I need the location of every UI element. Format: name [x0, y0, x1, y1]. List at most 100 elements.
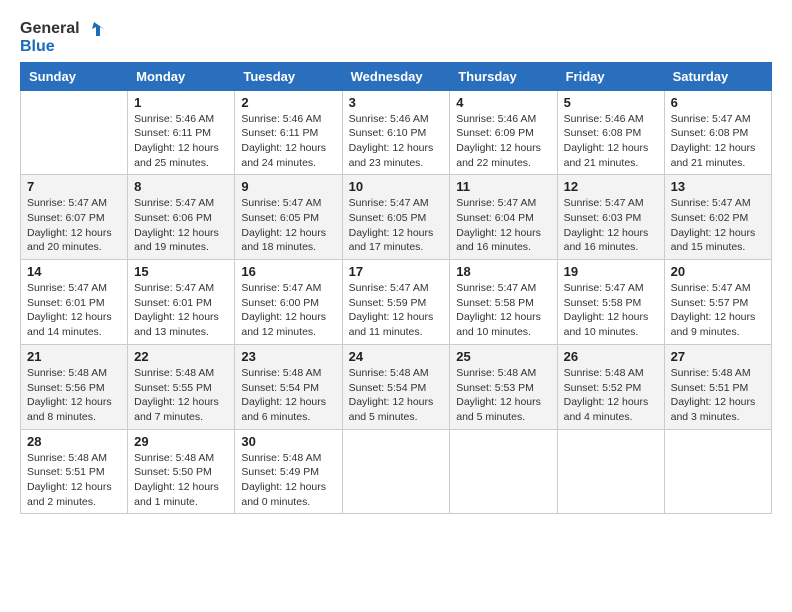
day-number: 4 [456, 95, 550, 110]
week-row-5: 28 Sunrise: 5:48 AMSunset: 5:51 PMDayligh… [21, 429, 772, 514]
day-cell: 4 Sunrise: 5:46 AMSunset: 6:09 PMDaylight… [450, 90, 557, 175]
day-cell: 8Sunrise: 5:47 AMSunset: 6:06 PMDaylight… [128, 175, 235, 260]
day-info: Sunrise: 5:47 AMSunset: 6:01 PMDaylight:… [134, 281, 228, 340]
day-cell: 9Sunrise: 5:47 AMSunset: 6:05 PMDaylight… [235, 175, 342, 260]
day-info: Sunrise: 5:48 AMSunset: 5:56 PMDaylight:… [27, 366, 121, 425]
day-cell: 21 Sunrise: 5:48 AMSunset: 5:56 PMDayligh… [21, 344, 128, 429]
day-info: Sunrise: 5:46 AMSunset: 6:08 PMDaylight:… [564, 112, 658, 171]
day-number: 22 [134, 349, 228, 364]
day-info: Sunrise: 5:47 AMSunset: 6:00 PMDaylight:… [241, 281, 335, 340]
day-number: 13 [671, 179, 765, 194]
day-info: Sunrise: 5:47 AMSunset: 5:59 PMDaylight:… [349, 281, 444, 340]
day-number: 27 [671, 349, 765, 364]
day-cell: 25 Sunrise: 5:48 AMSunset: 5:53 PMDayligh… [450, 344, 557, 429]
day-info: Sunrise: 5:46 AMSunset: 6:11 PMDaylight:… [134, 112, 228, 171]
day-info: Sunrise: 5:47 AMSunset: 6:05 PMDaylight:… [349, 196, 444, 255]
day-cell: 5 Sunrise: 5:46 AMSunset: 6:08 PMDaylight… [557, 90, 664, 175]
day-info: Sunrise: 5:47 AMSunset: 6:03 PMDaylight:… [564, 196, 658, 255]
day-info: Sunrise: 5:48 AMSunset: 5:53 PMDaylight:… [456, 366, 550, 425]
day-info: Sunrise: 5:46 AMSunset: 6:09 PMDaylight:… [456, 112, 550, 171]
day-cell: 28 Sunrise: 5:48 AMSunset: 5:51 PMDayligh… [21, 429, 128, 514]
header-wednesday: Wednesday [342, 62, 450, 90]
day-number: 14 [27, 264, 121, 279]
day-info: Sunrise: 5:47 AMSunset: 6:08 PMDaylight:… [671, 112, 765, 171]
day-number: 15 [134, 264, 228, 279]
day-number: 1 [134, 95, 228, 110]
day-info: Sunrise: 5:46 AMSunset: 6:11 PMDaylight:… [241, 112, 335, 171]
logo-general: General [20, 20, 104, 38]
day-cell: 17Sunrise: 5:47 AMSunset: 5:59 PMDayligh… [342, 260, 450, 345]
day-number: 20 [671, 264, 765, 279]
header-saturday: Saturday [664, 62, 771, 90]
day-number: 28 [27, 434, 121, 449]
header-row: SundayMondayTuesdayWednesdayThursdayFrid… [21, 62, 772, 90]
day-cell: 7 Sunrise: 5:47 AMSunset: 6:07 PMDaylight… [21, 175, 128, 260]
day-number: 7 [27, 179, 121, 194]
day-cell [664, 429, 771, 514]
day-number: 29 [134, 434, 228, 449]
day-cell: 22Sunrise: 5:48 AMSunset: 5:55 PMDayligh… [128, 344, 235, 429]
day-cell: 15 Sunrise: 5:47 AMSunset: 6:01 PMDayligh… [128, 260, 235, 345]
day-cell: 13 Sunrise: 5:47 AMSunset: 6:02 PMDayligh… [664, 175, 771, 260]
day-info: Sunrise: 5:47 AMSunset: 6:07 PMDaylight:… [27, 196, 121, 255]
day-cell: 12 Sunrise: 5:47 AMSunset: 6:03 PMDayligh… [557, 175, 664, 260]
day-cell: 27 Sunrise: 5:48 AMSunset: 5:51 PMDayligh… [664, 344, 771, 429]
day-info: Sunrise: 5:48 AMSunset: 5:51 PMDaylight:… [27, 451, 121, 510]
day-info: Sunrise: 5:47 AMSunset: 6:04 PMDaylight:… [456, 196, 550, 255]
day-cell: 18 Sunrise: 5:47 AMSunset: 5:58 PMDayligh… [450, 260, 557, 345]
day-number: 8 [134, 179, 228, 194]
day-number: 2 [241, 95, 335, 110]
day-cell [557, 429, 664, 514]
day-number: 3 [349, 95, 444, 110]
day-cell: 3Sunrise: 5:46 AMSunset: 6:10 PMDaylight… [342, 90, 450, 175]
day-info: Sunrise: 5:48 AMSunset: 5:50 PMDaylight:… [134, 451, 228, 510]
day-info: Sunrise: 5:47 AMSunset: 5:58 PMDaylight:… [564, 281, 658, 340]
day-cell: 6 Sunrise: 5:47 AMSunset: 6:08 PMDaylight… [664, 90, 771, 175]
day-info: Sunrise: 5:47 AMSunset: 6:01 PMDaylight:… [27, 281, 121, 340]
day-cell: 19 Sunrise: 5:47 AMSunset: 5:58 PMDayligh… [557, 260, 664, 345]
day-number: 12 [564, 179, 658, 194]
day-number: 21 [27, 349, 121, 364]
week-row-4: 21 Sunrise: 5:48 AMSunset: 5:56 PMDayligh… [21, 344, 772, 429]
logo-blue: Blue [20, 38, 104, 56]
day-cell: 23 Sunrise: 5:48 AMSunset: 5:54 PMDayligh… [235, 344, 342, 429]
day-number: 23 [241, 349, 335, 364]
day-info: Sunrise: 5:47 AMSunset: 6:02 PMDaylight:… [671, 196, 765, 255]
logo-container: General Blue [20, 20, 104, 56]
header-sunday: Sunday [21, 62, 128, 90]
day-number: 25 [456, 349, 550, 364]
day-cell: 2 Sunrise: 5:46 AMSunset: 6:11 PMDaylight… [235, 90, 342, 175]
day-info: Sunrise: 5:48 AMSunset: 5:51 PMDaylight:… [671, 366, 765, 425]
week-row-1: 1 Sunrise: 5:46 AMSunset: 6:11 PMDaylight… [21, 90, 772, 175]
day-number: 24 [349, 349, 444, 364]
day-number: 5 [564, 95, 658, 110]
day-cell: 26 Sunrise: 5:48 AMSunset: 5:52 PMDayligh… [557, 344, 664, 429]
day-number: 6 [671, 95, 765, 110]
day-number: 10 [349, 179, 444, 194]
day-info: Sunrise: 5:47 AMSunset: 5:58 PMDaylight:… [456, 281, 550, 340]
day-info: Sunrise: 5:48 AMSunset: 5:54 PMDaylight:… [241, 366, 335, 425]
day-number: 19 [564, 264, 658, 279]
day-cell [342, 429, 450, 514]
day-cell: 24 Sunrise: 5:48 AMSunset: 5:54 PMDayligh… [342, 344, 450, 429]
page-header: General Blue [20, 20, 772, 56]
logo-bird-icon [86, 20, 104, 38]
week-row-3: 14 Sunrise: 5:47 AMSunset: 6:01 PMDayligh… [21, 260, 772, 345]
day-cell: 29 Sunrise: 5:48 AMSunset: 5:50 PMDayligh… [128, 429, 235, 514]
day-cell: 11Sunrise: 5:47 AMSunset: 6:04 PMDayligh… [450, 175, 557, 260]
day-number: 9 [241, 179, 335, 194]
header-tuesday: Tuesday [235, 62, 342, 90]
day-info: Sunrise: 5:48 AMSunset: 5:54 PMDaylight:… [349, 366, 444, 425]
calendar-table: SundayMondayTuesdayWednesdayThursdayFrid… [20, 62, 772, 515]
day-cell: 14 Sunrise: 5:47 AMSunset: 6:01 PMDayligh… [21, 260, 128, 345]
day-cell: 30Sunrise: 5:48 AMSunset: 5:49 PMDayligh… [235, 429, 342, 514]
day-cell [450, 429, 557, 514]
day-info: Sunrise: 5:47 AMSunset: 5:57 PMDaylight:… [671, 281, 765, 340]
day-info: Sunrise: 5:48 AMSunset: 5:49 PMDaylight:… [241, 451, 335, 510]
day-cell: 20 Sunrise: 5:47 AMSunset: 5:57 PMDayligh… [664, 260, 771, 345]
week-row-2: 7 Sunrise: 5:47 AMSunset: 6:07 PMDaylight… [21, 175, 772, 260]
day-cell [21, 90, 128, 175]
day-info: Sunrise: 5:48 AMSunset: 5:52 PMDaylight:… [564, 366, 658, 425]
day-number: 26 [564, 349, 658, 364]
day-number: 18 [456, 264, 550, 279]
